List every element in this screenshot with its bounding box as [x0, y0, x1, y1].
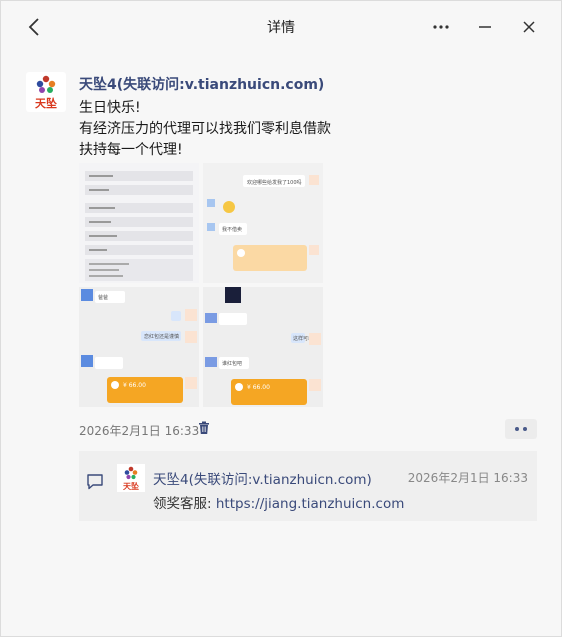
logo-icon: 天坠	[35, 75, 57, 110]
comment-link[interactable]: https://jiang.tianzhuicn.com	[216, 496, 405, 512]
svg-text:爸爸: 爸爸	[98, 294, 108, 301]
comment-text: 领奖客服: https://jiang.tianzhuicn.com	[153, 492, 404, 512]
title-bar: 详情	[1, 1, 561, 51]
comment-author[interactable]: 天坠4(失联访问:v.tianzhuicn.com)	[153, 468, 372, 488]
comment-avatar[interactable]: 天坠	[117, 464, 145, 492]
svg-text:欢迎哪些给发我了100吗: 欢迎哪些给发我了100吗	[247, 179, 302, 186]
comment-icon	[87, 474, 103, 490]
svg-text:¥ 66.00: ¥ 66.00	[247, 384, 270, 391]
moment-post: 天坠 天坠4(失联访问:v.tianzhuicn.com) 生日快乐! 有经济压…	[1, 51, 561, 636]
svg-text:天坠: 天坠	[123, 481, 139, 491]
comment-section: 天坠 天坠4(失联访问:v.tianzhuicn.com) 2026年2月1日 …	[79, 451, 537, 521]
chat-screenshot-image: 这样可以 谁红包吧 ¥ 66.00	[203, 287, 323, 407]
svg-text:恋红包还是谨慎: 恋红包还是谨慎	[144, 333, 179, 340]
post-image-settings[interactable]	[79, 163, 199, 283]
comment-time: 2026年2月1日 16:33	[407, 471, 528, 485]
close-icon[interactable]	[516, 14, 542, 40]
content-line: 生日快乐!	[79, 100, 141, 116]
dot	[515, 427, 519, 431]
logo-icon: 天坠	[123, 466, 139, 491]
image-grid: 欢迎哪些给发我了100吗 我不借卖 爸爸 恋红包还是谨慎 ¥ 66.00 这样可…	[79, 163, 324, 407]
post-content: 生日快乐! 有经济压力的代理可以找我们零利息借款 扶持每一个代理!	[79, 98, 331, 161]
svg-text:我不借卖: 我不借卖	[222, 226, 242, 233]
comment-prefix: 领奖客服:	[153, 496, 212, 512]
detail-window: 详情 天坠 天坠4(失联访问:v.tianzhuicn.com) 生日快乐! 有…	[0, 0, 562, 637]
svg-text:谁红包吧: 谁红包吧	[222, 360, 242, 367]
dot	[523, 427, 527, 431]
more-horizontal-icon[interactable]	[428, 14, 454, 40]
svg-text:¥ 66.00: ¥ 66.00	[123, 382, 146, 389]
post-image-chat-3[interactable]: 这样可以 谁红包吧 ¥ 66.00	[203, 287, 323, 407]
post-image-chat-1[interactable]: 欢迎哪些给发我了100吗 我不借卖	[203, 163, 323, 283]
avatar[interactable]: 天坠	[26, 72, 66, 112]
chat-screenshot-image: 欢迎哪些给发我了100吗 我不借卖	[203, 163, 323, 283]
chat-screenshot-image: 爸爸 恋红包还是谨慎 ¥ 66.00	[79, 287, 199, 407]
post-timestamp: 2026年2月1日 16:33	[79, 424, 200, 438]
post-author[interactable]: 天坠4(失联访问:v.tianzhuicn.com)	[79, 74, 324, 94]
svg-text:天坠: 天坠	[35, 96, 57, 110]
post-image-chat-2[interactable]: 爸爸 恋红包还是谨慎 ¥ 66.00	[79, 287, 199, 407]
settings-screenshot-image	[79, 163, 199, 283]
trash-icon[interactable]	[197, 421, 211, 435]
minimize-icon[interactable]	[472, 14, 498, 40]
chevron-left-icon[interactable]	[23, 15, 47, 39]
post-actions-button[interactable]	[505, 419, 537, 439]
content-line: 扶持每一个代理!	[79, 142, 183, 158]
content-line: 有经济压力的代理可以找我们零利息借款	[79, 121, 331, 137]
